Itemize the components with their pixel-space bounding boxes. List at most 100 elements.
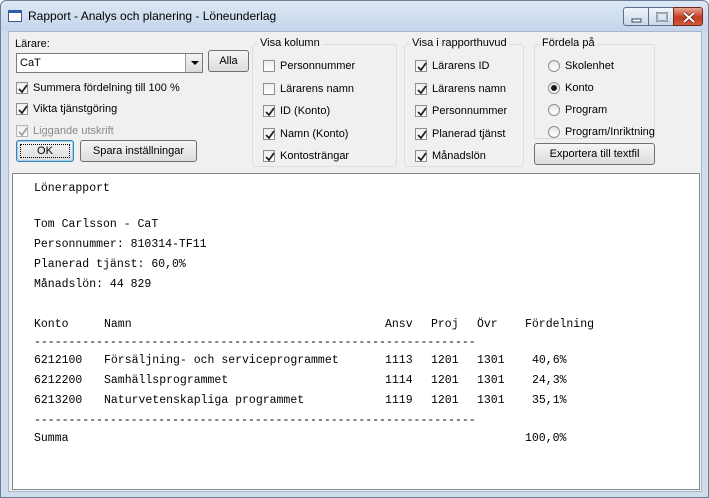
checkmark-icon <box>417 85 427 95</box>
col-header-ansv: Ansv <box>385 318 413 331</box>
export-to-textfile-button[interactable]: Exportera till textfil <box>534 143 655 165</box>
row-distribution: 40,6% <box>532 354 567 367</box>
row-proj: 1201 <box>431 394 459 407</box>
window-title: Rapport - Analys och planering - Löneund… <box>28 9 277 23</box>
hdr-personnummer-label: Personnummer <box>432 105 508 117</box>
col-header-ovr: Övr <box>477 318 498 331</box>
checkmark-icon <box>417 107 427 117</box>
report-salary-line: Månadslön: 44 829 <box>34 278 152 291</box>
radio-program-label: Program <box>565 104 608 116</box>
radio-circle[interactable] <box>548 104 560 116</box>
row-proj: 1201 <box>431 354 459 367</box>
report-header-group: Visa i rapporthuvud Lärarens ID Lärarens… <box>404 37 524 167</box>
radio-circle[interactable] <box>548 126 560 138</box>
row-distribution: 24,3% <box>532 374 567 387</box>
radio-account-label: Konto <box>565 82 594 94</box>
checkbox-box[interactable] <box>16 82 28 94</box>
close-button[interactable] <box>673 7 703 26</box>
col-header-proj: Proj <box>431 318 459 331</box>
minimize-icon <box>631 18 642 23</box>
report-window: Rapport - Analys och planering - Löneund… <box>0 0 709 498</box>
focus-rect <box>20 144 70 158</box>
checkbox-box[interactable] <box>263 83 275 95</box>
checkbox-box[interactable] <box>415 105 427 117</box>
close-icon <box>682 11 696 24</box>
window-icon <box>8 10 22 22</box>
row-ovr: 1301 <box>477 354 505 367</box>
separator-line: ----------------------------------------… <box>34 414 476 427</box>
checkbox-box[interactable] <box>415 150 427 162</box>
teacher-label: Lärare: <box>15 38 50 50</box>
title-bar[interactable]: Rapport - Analys och planering - Löneund… <box>1 1 708 31</box>
report-header-title: Visa i rapporthuvud <box>410 37 509 49</box>
checkmark-icon <box>417 152 427 162</box>
show-columns-group: Visa kolumn Personnummer Lärarens namn I… <box>252 37 397 167</box>
row-account: 6212100 <box>34 354 83 367</box>
checkbox-box[interactable] <box>263 105 275 117</box>
checkmark-icon <box>417 130 427 140</box>
checkbox-box[interactable] <box>415 128 427 140</box>
col-account-strings-label: Kontosträngar <box>280 150 350 162</box>
separator-line: ----------------------------------------… <box>34 336 476 349</box>
row-name: Försäljning- och serviceprogrammet <box>104 354 339 367</box>
checkmark-icon <box>18 127 28 137</box>
checkbox-box[interactable] <box>263 128 275 140</box>
all-button[interactable]: Alla <box>208 50 249 72</box>
checkbox-box[interactable] <box>16 103 28 115</box>
row-account: 6213200 <box>34 394 83 407</box>
row-account: 6212200 <box>34 374 83 387</box>
total-label: Summa <box>34 432 69 445</box>
row-name: Samhällsprogrammet <box>104 374 229 387</box>
show-columns-title: Visa kolumn <box>258 37 322 49</box>
client-area: Lärare: CaT Alla Summera fördelning till… <box>8 31 702 492</box>
col-header-name: Namn <box>104 318 132 331</box>
row-distribution: 35,1% <box>532 394 567 407</box>
landscape-print-label: Liggande utskrift <box>33 125 114 137</box>
maximize-button[interactable] <box>648 7 674 26</box>
hdr-teacher-id-label: Lärarens ID <box>432 60 490 72</box>
hdr-teacher-name-label: Lärarens namn <box>432 83 506 95</box>
teacher-dropdown[interactable]: CaT <box>16 53 203 73</box>
chevron-down-icon[interactable] <box>185 54 202 72</box>
radio-circle[interactable] <box>548 60 560 72</box>
report-heading: Lönerapport <box>34 182 110 195</box>
checkbox-box[interactable] <box>263 60 275 72</box>
checkmark-icon <box>265 152 275 162</box>
checkbox-box[interactable] <box>263 150 275 162</box>
distribute-group: Fördela på Skolenhet Konto Program Progr… <box>534 37 655 139</box>
col-personnummer-label: Personnummer <box>280 60 356 72</box>
save-settings-button[interactable]: Spara inställningar <box>80 140 197 162</box>
sum-to-100-label: Summera fördelning till 100 % <box>33 82 180 94</box>
radio-circle-selected[interactable] <box>548 82 560 94</box>
report-text-area[interactable]: Lönerapport Tom Carlsson - CaT Personnum… <box>12 173 700 490</box>
checkmark-icon <box>265 107 275 117</box>
distribute-title: Fördela på <box>540 37 597 49</box>
hdr-monthly-salary-label: Månadslön <box>432 150 486 162</box>
radio-program-orientation-label: Program/Inriktning <box>565 126 655 138</box>
checkbox-box[interactable] <box>415 60 427 72</box>
row-ovr: 1301 <box>477 374 505 387</box>
row-ansv: 1113 <box>385 354 413 367</box>
row-ansv: 1114 <box>385 374 413 387</box>
col-header-distribution: Fördelning <box>525 318 595 331</box>
report-teacher-line: Tom Carlsson - CaT <box>34 218 159 231</box>
row-name: Naturvetenskapliga programmet <box>104 394 305 407</box>
col-header-account: Konto <box>34 318 69 331</box>
row-proj: 1201 <box>431 374 459 387</box>
report-personnummer-line: Personnummer: 810314-TF11 <box>34 238 207 251</box>
hdr-planned-service-label: Planerad tjänst <box>432 128 506 140</box>
ok-button[interactable]: OK <box>16 140 74 162</box>
minimize-button[interactable] <box>623 7 649 26</box>
col-account-id-label: ID (Konto) <box>280 105 331 117</box>
checkbox-box[interactable] <box>415 83 427 95</box>
radio-school-unit-label: Skolenhet <box>565 60 614 72</box>
checkmark-icon <box>18 84 28 94</box>
report-planned-line: Planerad tjänst: 60,0% <box>34 258 186 271</box>
checkmark-icon <box>417 62 427 72</box>
row-ovr: 1301 <box>477 394 505 407</box>
checkmark-icon <box>265 130 275 140</box>
maximize-icon <box>656 12 668 22</box>
checkmark-icon <box>18 105 28 115</box>
row-ansv: 1119 <box>385 394 413 407</box>
teacher-dropdown-value: CaT <box>20 57 41 69</box>
